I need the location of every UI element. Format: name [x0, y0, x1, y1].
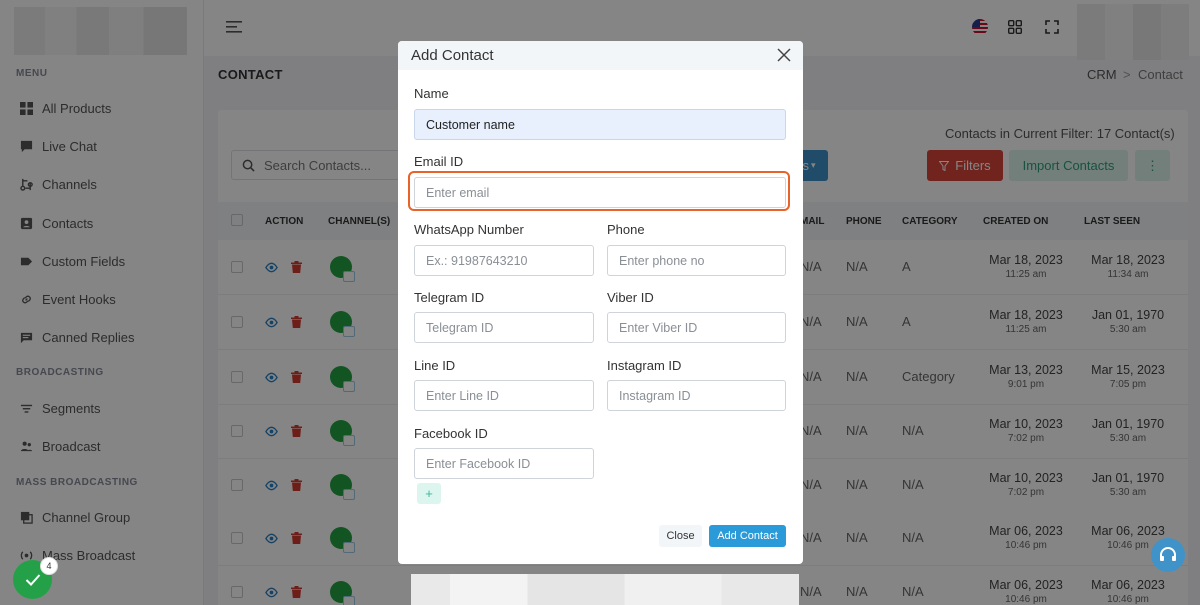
- close-button[interactable]: Close: [659, 525, 702, 547]
- add-contact-modal: Add Contact Name Email ID WhatsApp Numbe…: [398, 41, 803, 564]
- facebook-label: Facebook ID: [414, 426, 488, 441]
- headset-icon: [1160, 547, 1176, 561]
- viber-input[interactable]: [607, 312, 786, 343]
- notification-badge: 4: [40, 557, 58, 575]
- line-label: Line ID: [414, 358, 456, 373]
- telegram-label: Telegram ID: [414, 290, 485, 305]
- email-input[interactable]: [414, 177, 786, 208]
- viber-label: Viber ID: [607, 290, 654, 305]
- phone-label: Phone: [607, 222, 645, 237]
- instagram-label: Instagram ID: [607, 358, 682, 373]
- modal-title: Add Contact: [411, 47, 494, 64]
- check-icon: [25, 574, 40, 586]
- whatsapp-input[interactable]: [414, 245, 594, 276]
- telegram-input[interactable]: [414, 312, 594, 343]
- line-input[interactable]: [414, 380, 594, 411]
- facebook-input[interactable]: [414, 448, 594, 479]
- whatsapp-label: WhatsApp Number: [414, 222, 524, 237]
- add-field-button[interactable]: +: [417, 483, 441, 504]
- add-contact-button[interactable]: Add Contact: [709, 525, 786, 547]
- instagram-input[interactable]: [607, 380, 786, 411]
- name-label: Name: [414, 86, 449, 101]
- support-chat-button[interactable]: [1151, 538, 1185, 572]
- close-icon[interactable]: [777, 48, 791, 62]
- blurred-region: [411, 574, 799, 605]
- phone-input[interactable]: [607, 245, 786, 276]
- email-label: Email ID: [414, 154, 464, 169]
- name-input[interactable]: [414, 109, 786, 140]
